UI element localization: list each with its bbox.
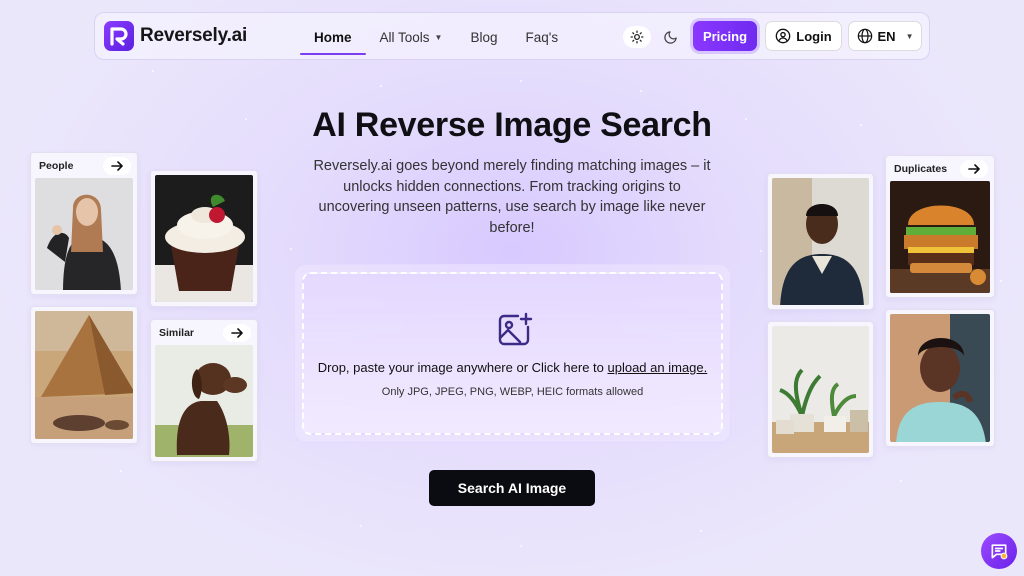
- arrow-right-icon[interactable]: [103, 157, 131, 175]
- nav-blog-label: Blog: [470, 29, 498, 45]
- brand-logo[interactable]: Reversely.ai: [104, 21, 247, 51]
- nav-all-tools-label: All Tools: [379, 29, 430, 45]
- image-card-pyramid[interactable]: [30, 306, 138, 444]
- hero-description: Reversely.ai goes beyond merely finding …: [313, 158, 711, 236]
- language-label: EN: [877, 28, 896, 44]
- chat-icon: [991, 544, 1008, 560]
- main-nav-links: Home All Tools ▼ Blog Faq's: [300, 13, 572, 61]
- people-card[interactable]: People: [30, 152, 138, 295]
- dark-mode-button[interactable]: [663, 30, 678, 45]
- man-portrait-photo: [772, 178, 869, 305]
- caret-down-icon: ▼: [905, 31, 914, 41]
- upload-dropzone[interactable]: Drop, paste your image anywhere or Click…: [302, 272, 723, 435]
- duplicates-card-label: Duplicates: [894, 163, 948, 175]
- sun-icon: [630, 30, 644, 44]
- similar-card-label: Similar: [159, 327, 195, 339]
- arrow-right-icon[interactable]: [223, 324, 251, 342]
- user-circle-icon: [775, 28, 791, 44]
- card-header: Similar: [159, 324, 251, 342]
- language-selector[interactable]: EN ▼: [848, 21, 922, 51]
- upload-image-link[interactable]: upload an image.: [608, 360, 708, 375]
- brand-name: Reversely.ai: [140, 25, 248, 46]
- upload-instructions: Drop, paste your image anywhere or Click…: [304, 360, 721, 375]
- nav-faqs[interactable]: Faq's: [512, 13, 573, 61]
- similar-card[interactable]: Similar: [150, 319, 258, 462]
- light-mode-button[interactable]: [623, 26, 651, 48]
- nav-blog[interactable]: Blog: [456, 13, 511, 61]
- image-card-plants[interactable]: [767, 321, 874, 458]
- allowed-formats-note: Only JPG, JPEG, PNG, WEBP, HEIC formats …: [381, 386, 644, 398]
- upload-panel: Drop, paste your image anywhere or Click…: [294, 264, 731, 443]
- woman-portrait-photo: [890, 314, 990, 442]
- pricing-button[interactable]: Pricing: [693, 21, 757, 51]
- card-header: People: [39, 157, 131, 175]
- upload-prompt: Drop, paste your image anywhere or Click…: [317, 360, 608, 375]
- moon-icon: [664, 30, 677, 44]
- dog-photo: [155, 345, 253, 457]
- login-button[interactable]: Login: [765, 21, 842, 51]
- search-ai-image-button[interactable]: Search AI Image: [429, 470, 595, 506]
- image-card-cupcake[interactable]: [150, 170, 258, 307]
- nav-home[interactable]: Home: [300, 13, 366, 61]
- nav-home-label: Home: [314, 29, 352, 45]
- duplicates-card[interactable]: Duplicates: [885, 155, 995, 298]
- burger-photo: [890, 181, 990, 293]
- plants-photo: [772, 326, 869, 453]
- caret-down-icon: ▼: [434, 32, 443, 42]
- card-header: Duplicates: [894, 160, 988, 178]
- person-photo: [35, 178, 133, 290]
- support-chat-button[interactable]: [981, 533, 1017, 569]
- cupcake-photo: [155, 175, 253, 302]
- top-navigation-bar: Reversely.ai Home All Tools ▼ Blog Faq's…: [94, 12, 930, 60]
- reversely-logo-icon: [104, 21, 134, 51]
- people-card-label: People: [39, 160, 74, 172]
- nav-faqs-label: Faq's: [525, 29, 559, 45]
- arrow-right-icon[interactable]: [960, 160, 988, 178]
- login-label: Login: [796, 28, 832, 44]
- pyramid-photo: [35, 311, 133, 439]
- image-card-woman[interactable]: [885, 309, 995, 447]
- add-image-icon: [498, 312, 533, 346]
- globe-icon: [857, 28, 872, 44]
- page-title: AI Reverse Image Search: [312, 106, 712, 144]
- nav-all-tools[interactable]: All Tools ▼: [366, 13, 457, 61]
- image-card-man[interactable]: [767, 173, 874, 310]
- theme-toggle: [623, 25, 683, 49]
